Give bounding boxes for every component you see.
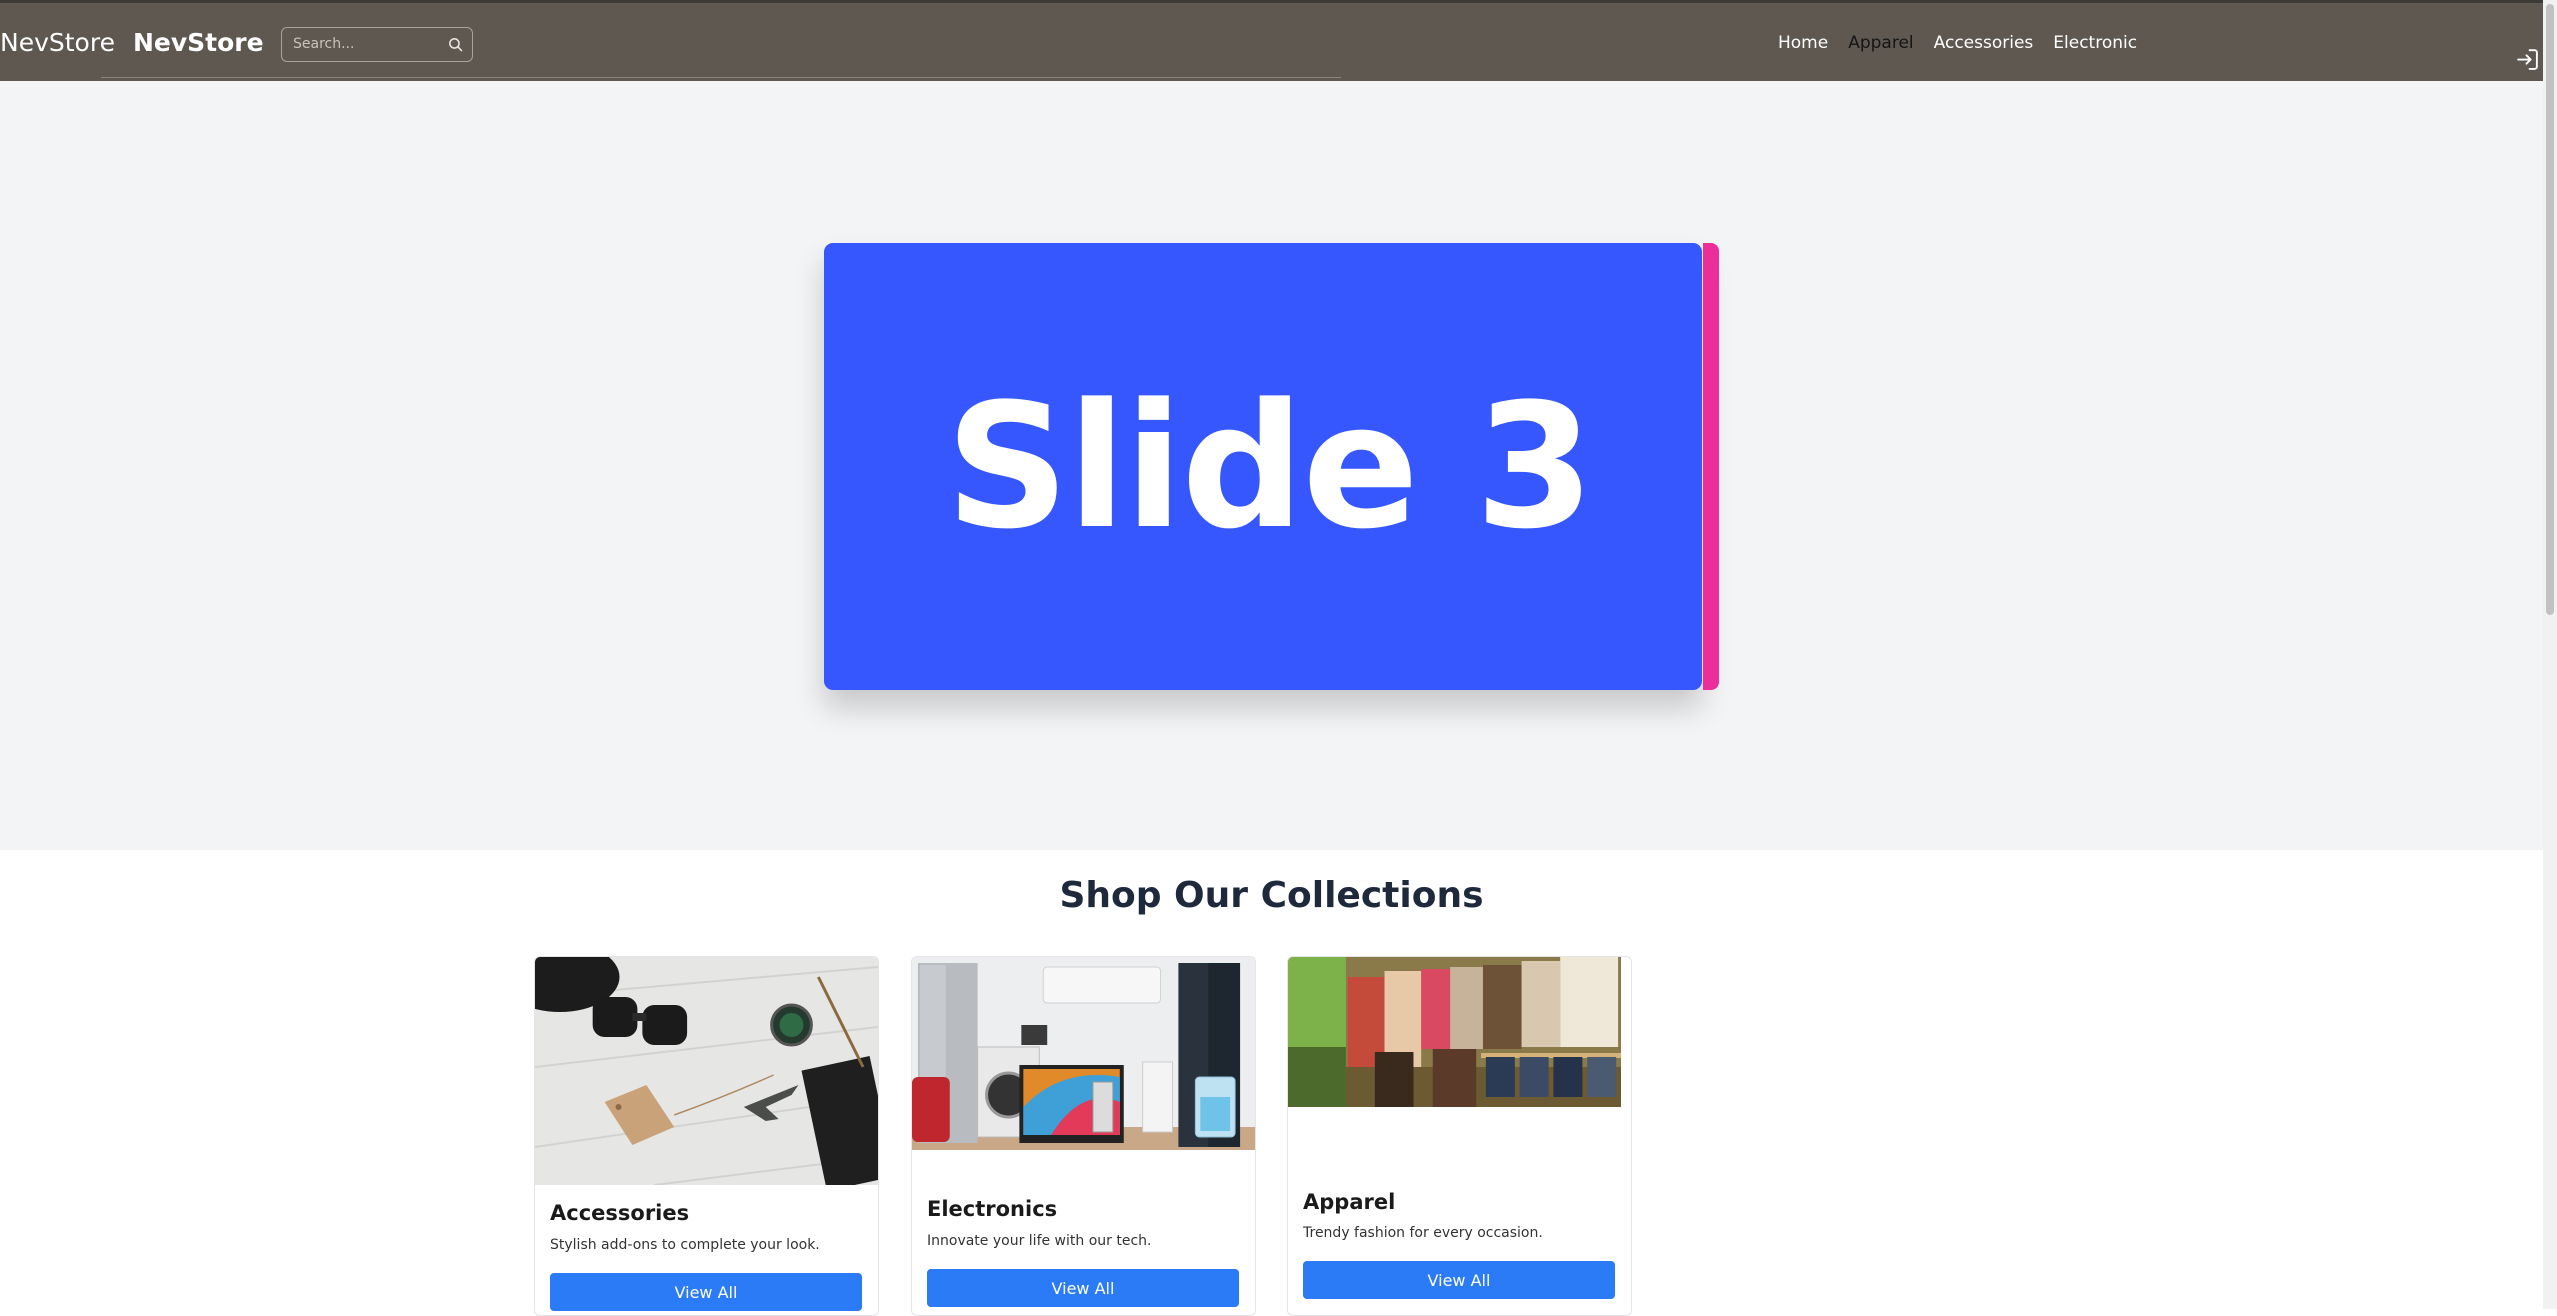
nav-link-electronic[interactable]: Electronic — [2053, 33, 2137, 53]
brand-logo-text[interactable]: NevStore — [0, 28, 115, 57]
main-nav: Home Apparel Accessories Electronic — [1778, 33, 2137, 53]
card-description: Innovate your life with our tech. — [927, 1233, 1152, 1249]
nav-link-accessories[interactable]: Accessories — [1934, 33, 2034, 53]
card-title: Apparel — [1303, 1190, 1396, 1214]
apparel-image — [1288, 957, 1621, 1107]
card-title: Electronics — [927, 1197, 1058, 1221]
collection-card-accessories: Accessories Stylish add-ons to complete … — [534, 956, 879, 1316]
search-icon[interactable] — [447, 36, 464, 53]
slide-label: Slide 3 — [945, 366, 1594, 567]
login-icon[interactable] — [2515, 47, 2540, 72]
scrollbar-thumb[interactable] — [2546, 4, 2554, 615]
nav-link-home[interactable]: Home — [1778, 33, 1828, 53]
collection-card-apparel: Apparel Trendy fashion for every occasio… — [1287, 956, 1632, 1316]
view-all-electronics-button[interactable]: View All — [927, 1269, 1239, 1307]
card-description: Stylish add-ons to complete your look. — [550, 1237, 820, 1253]
search-box — [281, 27, 473, 62]
carousel-slide-next-peek[interactable] — [1703, 243, 1719, 690]
collection-card-electronics: Electronics Innovate your life with our … — [911, 956, 1256, 1316]
hero-carousel: Slide 3 — [0, 81, 2543, 850]
card-description: Trendy fashion for every occasion. — [1303, 1225, 1543, 1241]
electronics-image — [912, 957, 1255, 1150]
search-input[interactable] — [282, 28, 442, 60]
top-navbar: NevStore NevStore Home Apparel Accessori… — [0, 0, 2543, 81]
collections-heading: Shop Our Collections — [1059, 875, 1484, 916]
carousel-slide-current[interactable]: Slide 3 — [824, 243, 1702, 690]
view-all-accessories-button[interactable]: View All — [550, 1273, 862, 1311]
view-all-apparel-button[interactable]: View All — [1303, 1261, 1615, 1299]
accessories-image — [535, 957, 878, 1185]
card-title: Accessories — [550, 1201, 690, 1225]
nav-link-apparel[interactable]: Apparel — [1848, 33, 1913, 53]
brand-title[interactable]: NevStore — [133, 28, 264, 57]
nav-underline-divider — [101, 77, 1341, 78]
page-scrollbar[interactable] — [2543, 0, 2557, 1309]
